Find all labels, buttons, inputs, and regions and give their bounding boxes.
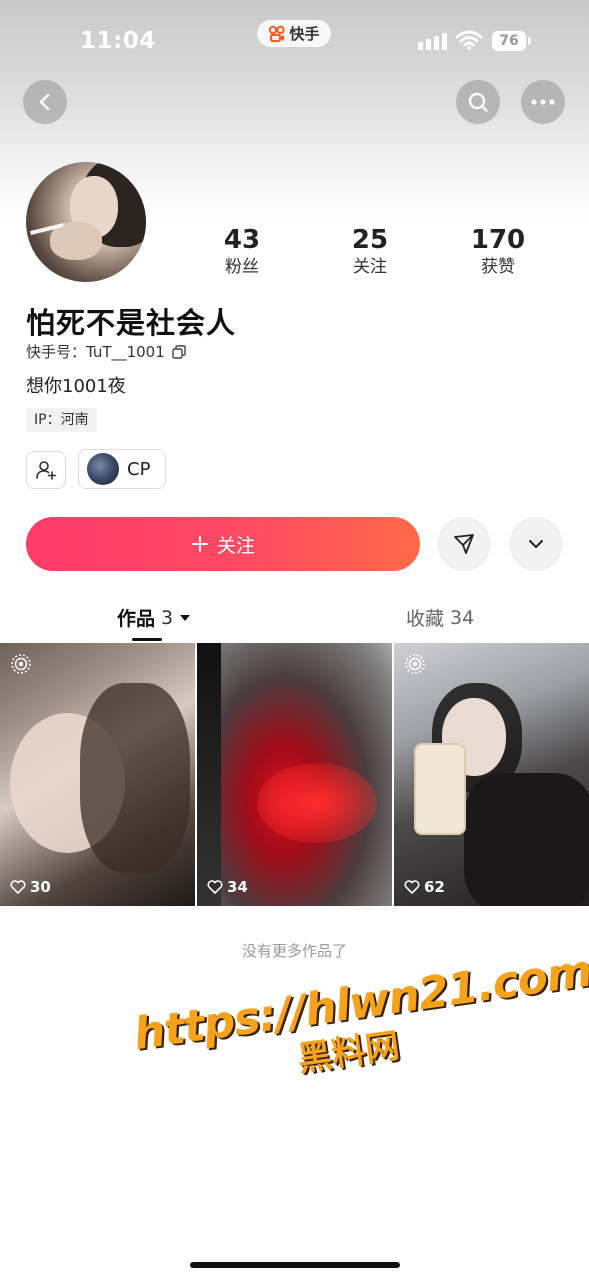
- live-photo-icon: [405, 654, 425, 674]
- caret-down-icon: [180, 614, 191, 621]
- search-icon: [468, 92, 488, 112]
- tab-works-count: 3: [161, 606, 174, 629]
- app-indicator-label: 快手: [289, 25, 320, 43]
- more-dots-icon: [531, 99, 555, 105]
- chevron-down-icon: [529, 540, 543, 548]
- like-count: 34: [207, 878, 248, 896]
- profile-nickname: 怕死不是社会人: [26, 306, 237, 340]
- add-friend-button[interactable]: [26, 451, 66, 489]
- heart-icon: [404, 880, 420, 894]
- profile-bio: 想你1001夜: [26, 376, 126, 397]
- tab-active-underline: [132, 638, 162, 641]
- cp-relation-button[interactable]: CP: [78, 449, 166, 489]
- like-count-value: 30: [30, 878, 51, 896]
- follow-button-label: 关注: [216, 534, 255, 557]
- copy-icon[interactable]: [171, 344, 187, 360]
- cp-avatar: [87, 453, 119, 485]
- stat-likes[interactable]: 170 获赞: [448, 224, 548, 278]
- like-count: 30: [10, 878, 51, 896]
- work-thumbnail[interactable]: 62: [394, 643, 589, 906]
- kuaishou-logo-icon: [269, 25, 286, 42]
- app-indicator-pill[interactable]: 快手: [257, 20, 331, 47]
- status-time: 11:04: [80, 28, 156, 54]
- user-add-icon: [36, 461, 57, 480]
- stat-following-value: 25: [351, 225, 389, 255]
- live-photo-icon: [11, 654, 31, 674]
- profile-avatar[interactable]: [26, 162, 146, 282]
- stat-following-label: 关注: [353, 257, 387, 277]
- cp-label: CP: [127, 458, 151, 480]
- tab-collections[interactable]: 收藏 34: [406, 604, 474, 631]
- tab-works-label: 作品: [117, 608, 156, 630]
- kuaishou-id-value: TuT__1001: [86, 343, 165, 361]
- tab-collections-label: 收藏: [406, 608, 445, 630]
- tab-works[interactable]: 作品 3: [117, 604, 191, 631]
- home-indicator[interactable]: [190, 1262, 400, 1268]
- like-count-value: 34: [227, 878, 248, 896]
- watermark: https://hlwn21.com 黑料网: [131, 945, 589, 1103]
- kuaishou-id-label: 快手号：: [26, 343, 87, 361]
- like-count-value: 62: [424, 878, 445, 896]
- like-count: 62: [404, 878, 445, 896]
- expand-button[interactable]: [509, 517, 563, 571]
- search-button[interactable]: [456, 80, 500, 124]
- kuaishou-id-row: 快手号：TuT__1001: [26, 341, 187, 362]
- back-button[interactable]: [23, 80, 67, 124]
- plus-icon: [191, 536, 208, 552]
- more-options-button[interactable]: [521, 80, 565, 124]
- stat-fans-label: 粉丝: [225, 257, 259, 277]
- stat-following[interactable]: 25 关注: [320, 224, 420, 278]
- tab-collections-count: 34: [450, 606, 475, 629]
- wifi-icon: [456, 30, 482, 50]
- stat-fans[interactable]: 43 粉丝: [192, 224, 292, 278]
- heart-icon: [10, 880, 26, 894]
- work-thumbnail[interactable]: 34: [197, 643, 392, 906]
- work-thumbnail[interactable]: 30: [0, 643, 195, 906]
- heart-icon: [207, 880, 223, 894]
- stat-likes-value: 170: [470, 225, 526, 255]
- stat-likes-label: 获赞: [481, 257, 515, 277]
- send-icon: [454, 534, 474, 554]
- battery-indicator: 76: [492, 31, 531, 51]
- cellular-signal-icon: [418, 33, 447, 50]
- ip-location-tag: IP：河南: [26, 408, 97, 432]
- stat-fans-value: 43: [223, 225, 261, 255]
- chevron-left-icon: [39, 93, 50, 111]
- send-message-button[interactable]: [437, 517, 491, 571]
- follow-button[interactable]: 关注: [26, 517, 420, 571]
